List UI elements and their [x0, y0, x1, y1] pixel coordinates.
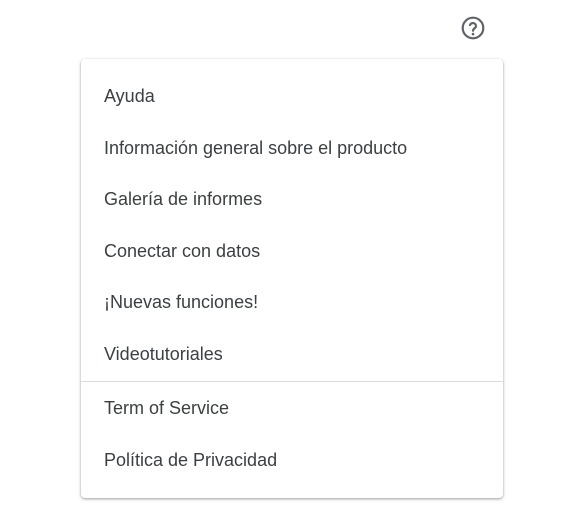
- menu-item-new-features[interactable]: ¡Nuevas funciones!: [81, 277, 503, 329]
- menu-item-privacy-policy[interactable]: Política de Privacidad: [81, 435, 503, 487]
- menu-item-video-tutorials[interactable]: Videotutoriales: [81, 329, 503, 381]
- menu-item-ayuda[interactable]: Ayuda: [81, 71, 503, 123]
- menu-item-terms-of-service[interactable]: Term of Service: [81, 383, 503, 435]
- help-menu: Ayuda Información general sobre el produ…: [81, 59, 503, 498]
- menu-divider: [81, 381, 503, 382]
- help-circle-icon: [460, 15, 486, 46]
- menu-item-product-overview[interactable]: Información general sobre el producto: [81, 123, 503, 175]
- help-button[interactable]: [457, 14, 489, 46]
- menu-item-report-gallery[interactable]: Galería de informes: [81, 174, 503, 226]
- menu-item-connect-data[interactable]: Conectar con datos: [81, 226, 503, 278]
